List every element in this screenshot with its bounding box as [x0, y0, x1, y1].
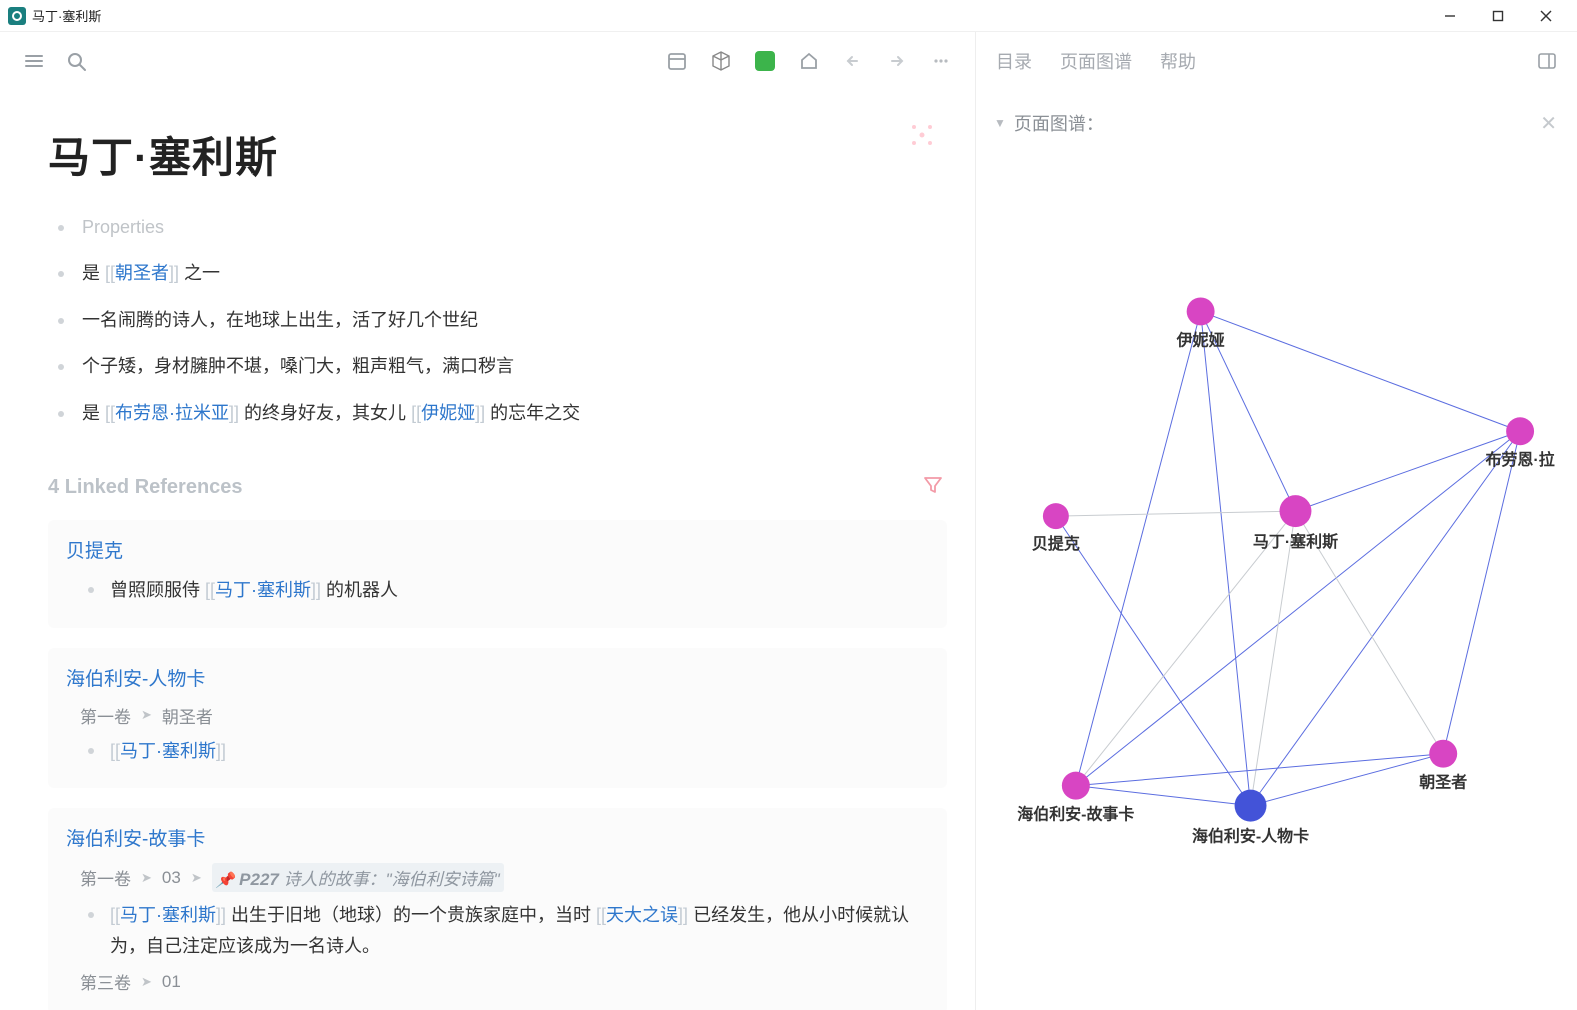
- graph-edge: [1056, 511, 1296, 516]
- reference-title[interactable]: 海伯利安-人物卡: [66, 664, 929, 691]
- page-link[interactable]: 朝圣者: [115, 263, 169, 283]
- window-title: 马丁·塞利斯: [32, 6, 101, 25]
- block-text[interactable]: 个子矮，身材臃肿不堪，嗓门大，粗声粗气，满口秽言: [82, 350, 514, 382]
- graph-edge: [1076, 511, 1296, 786]
- graph-node[interactable]: [1043, 503, 1069, 529]
- reference-card: 海伯利安-故事卡第一卷➤03➤📌 P227 诗人的故事："海伯利安诗篇" [[马丁…: [48, 808, 947, 1010]
- sidebar-toggle-icon[interactable]: [1537, 51, 1557, 71]
- tab-toc[interactable]: 目录: [996, 48, 1032, 74]
- page-link[interactable]: 天大之误: [606, 905, 678, 925]
- block-text[interactable]: 是 [[朝圣者]] 之一: [82, 257, 220, 289]
- graph-edge: [1076, 311, 1201, 785]
- graph-node-label: 伊妮娅: [1176, 330, 1225, 349]
- page-link[interactable]: 马丁·塞利斯: [120, 905, 216, 925]
- graph-edge: [1251, 511, 1296, 806]
- graph-node-label: 贝提克: [1032, 534, 1080, 553]
- more-icon[interactable]: [927, 47, 955, 75]
- reference-breadcrumb[interactable]: 第一卷➤朝圣者: [80, 703, 929, 728]
- bullet-icon[interactable]: [88, 748, 94, 754]
- graph-edge: [1251, 754, 1444, 806]
- graph-node[interactable]: [1279, 495, 1311, 527]
- tab-page-graph[interactable]: 页面图谱: [1060, 48, 1132, 74]
- home-icon[interactable]: [795, 47, 823, 75]
- reference-block[interactable]: 曾照顾服侍 [[马丁·塞利斯]] 的机器人: [110, 575, 929, 606]
- nav-back-icon[interactable]: [839, 47, 867, 75]
- reference-title[interactable]: 海伯利安-故事卡: [66, 824, 929, 851]
- pinned-breadcrumb[interactable]: 📌 P227 诗人的故事："海伯利安诗篇": [212, 863, 504, 892]
- graph-view-icon[interactable]: [909, 122, 935, 154]
- tab-help[interactable]: 帮助: [1160, 48, 1196, 74]
- graph-edge: [1201, 311, 1251, 805]
- page-link[interactable]: 伊妮娅: [421, 403, 475, 423]
- graph-node[interactable]: [1062, 772, 1090, 800]
- window-close-button[interactable]: [1523, 0, 1569, 32]
- search-icon[interactable]: [62, 47, 90, 75]
- graph-node-label: 海伯利安-人物卡: [1192, 827, 1309, 846]
- graph-node-label: 海伯利安-故事卡: [1017, 805, 1134, 824]
- reference-title[interactable]: 贝提克: [66, 536, 929, 563]
- collapse-icon[interactable]: ▼: [994, 116, 1006, 130]
- bullet-icon[interactable]: [58, 318, 64, 324]
- reference-block[interactable]: [[马丁·塞利斯]]: [110, 736, 929, 767]
- properties-label: Properties: [82, 211, 164, 243]
- graph-edge: [1076, 754, 1443, 786]
- graph-edge: [1251, 431, 1521, 805]
- bullet-icon[interactable]: [58, 225, 64, 231]
- right-sidebar: 目录 页面图谱 帮助 ▼ 页面图谱： ✕ 伊妮娅布劳恩·拉马丁·塞利斯 贝提克海伯…: [975, 32, 1577, 1010]
- graph-edge: [1076, 431, 1520, 785]
- window-maximize-button[interactable]: [1475, 0, 1521, 32]
- bullet-icon[interactable]: [58, 271, 64, 277]
- dice-icon[interactable]: [707, 47, 735, 75]
- toolbar: [0, 32, 975, 90]
- page-content: 马丁·塞利斯 Properties 是 [[朝圣者]] 之一 一名闹腾的诗人，在…: [0, 90, 975, 1010]
- menu-icon[interactable]: [20, 47, 48, 75]
- app-icon: [8, 7, 26, 25]
- calendar-icon[interactable]: [663, 47, 691, 75]
- graph-node-label: 布劳恩·拉: [1485, 450, 1554, 469]
- bullet-icon[interactable]: [58, 364, 64, 370]
- page-link[interactable]: 马丁·塞利斯: [120, 741, 216, 761]
- graph-edge: [1295, 431, 1520, 511]
- reference-card: 海伯利安-人物卡第一卷➤朝圣者 [[马丁·塞利斯]]: [48, 648, 947, 789]
- reference-breadcrumb[interactable]: 第一卷➤03➤📌 P227 诗人的故事："海伯利安诗篇": [80, 863, 929, 892]
- linked-references-header[interactable]: 4 Linked References: [48, 476, 243, 499]
- graph-node-label: 马丁·塞利斯: [1253, 532, 1338, 551]
- nav-forward-icon[interactable]: [883, 47, 911, 75]
- graph-node[interactable]: [1235, 790, 1267, 822]
- graph-node[interactable]: [1506, 417, 1534, 445]
- reference-block[interactable]: [[马丁·塞利斯]] 出生于旧地（地球）的一个贵族家庭中，当时 [[天大之误]]…: [110, 900, 929, 961]
- graph-section-title: 页面图谱：: [1014, 110, 1104, 136]
- window-titlebar: 马丁·塞利斯: [0, 0, 1577, 32]
- graph-edge: [1056, 516, 1251, 806]
- bullet-icon[interactable]: [58, 411, 64, 417]
- bullet-icon[interactable]: [88, 587, 94, 593]
- record-indicator[interactable]: [751, 47, 779, 75]
- page-title[interactable]: 马丁·塞利斯: [48, 124, 278, 185]
- graph-node[interactable]: [1187, 297, 1215, 325]
- bullet-icon[interactable]: [88, 912, 94, 918]
- close-icon[interactable]: ✕: [1540, 111, 1557, 136]
- graph-node[interactable]: [1429, 740, 1457, 768]
- reference-card: 贝提克曾照顾服侍 [[马丁·塞利斯]] 的机器人: [48, 520, 947, 628]
- filter-icon[interactable]: [923, 475, 943, 500]
- reference-breadcrumb[interactable]: 第三卷➤01: [80, 969, 929, 994]
- page-link[interactable]: 布劳恩·拉米亚: [115, 403, 229, 423]
- window-minimize-button[interactable]: [1427, 0, 1473, 32]
- block-text[interactable]: 一名闹腾的诗人，在地球上出生，活了好几个世纪: [82, 304, 478, 336]
- graph-edge: [1076, 786, 1251, 806]
- main-panel: 马丁·塞利斯 Properties 是 [[朝圣者]] 之一 一名闹腾的诗人，在…: [0, 32, 975, 1010]
- page-graph-canvas[interactable]: 伊妮娅布劳恩·拉马丁·塞利斯 贝提克海伯利安-故事卡海伯利安-人物卡 朝圣者: [976, 142, 1577, 1010]
- block-text[interactable]: 是 [[布劳恩·拉米亚]] 的终身好友，其女儿 [[伊妮娅]] 的忘年之交: [82, 397, 580, 429]
- graph-edge: [1443, 431, 1520, 753]
- graph-node-label: 朝圣者: [1419, 773, 1467, 792]
- page-link[interactable]: 马丁·塞利斯: [215, 580, 311, 600]
